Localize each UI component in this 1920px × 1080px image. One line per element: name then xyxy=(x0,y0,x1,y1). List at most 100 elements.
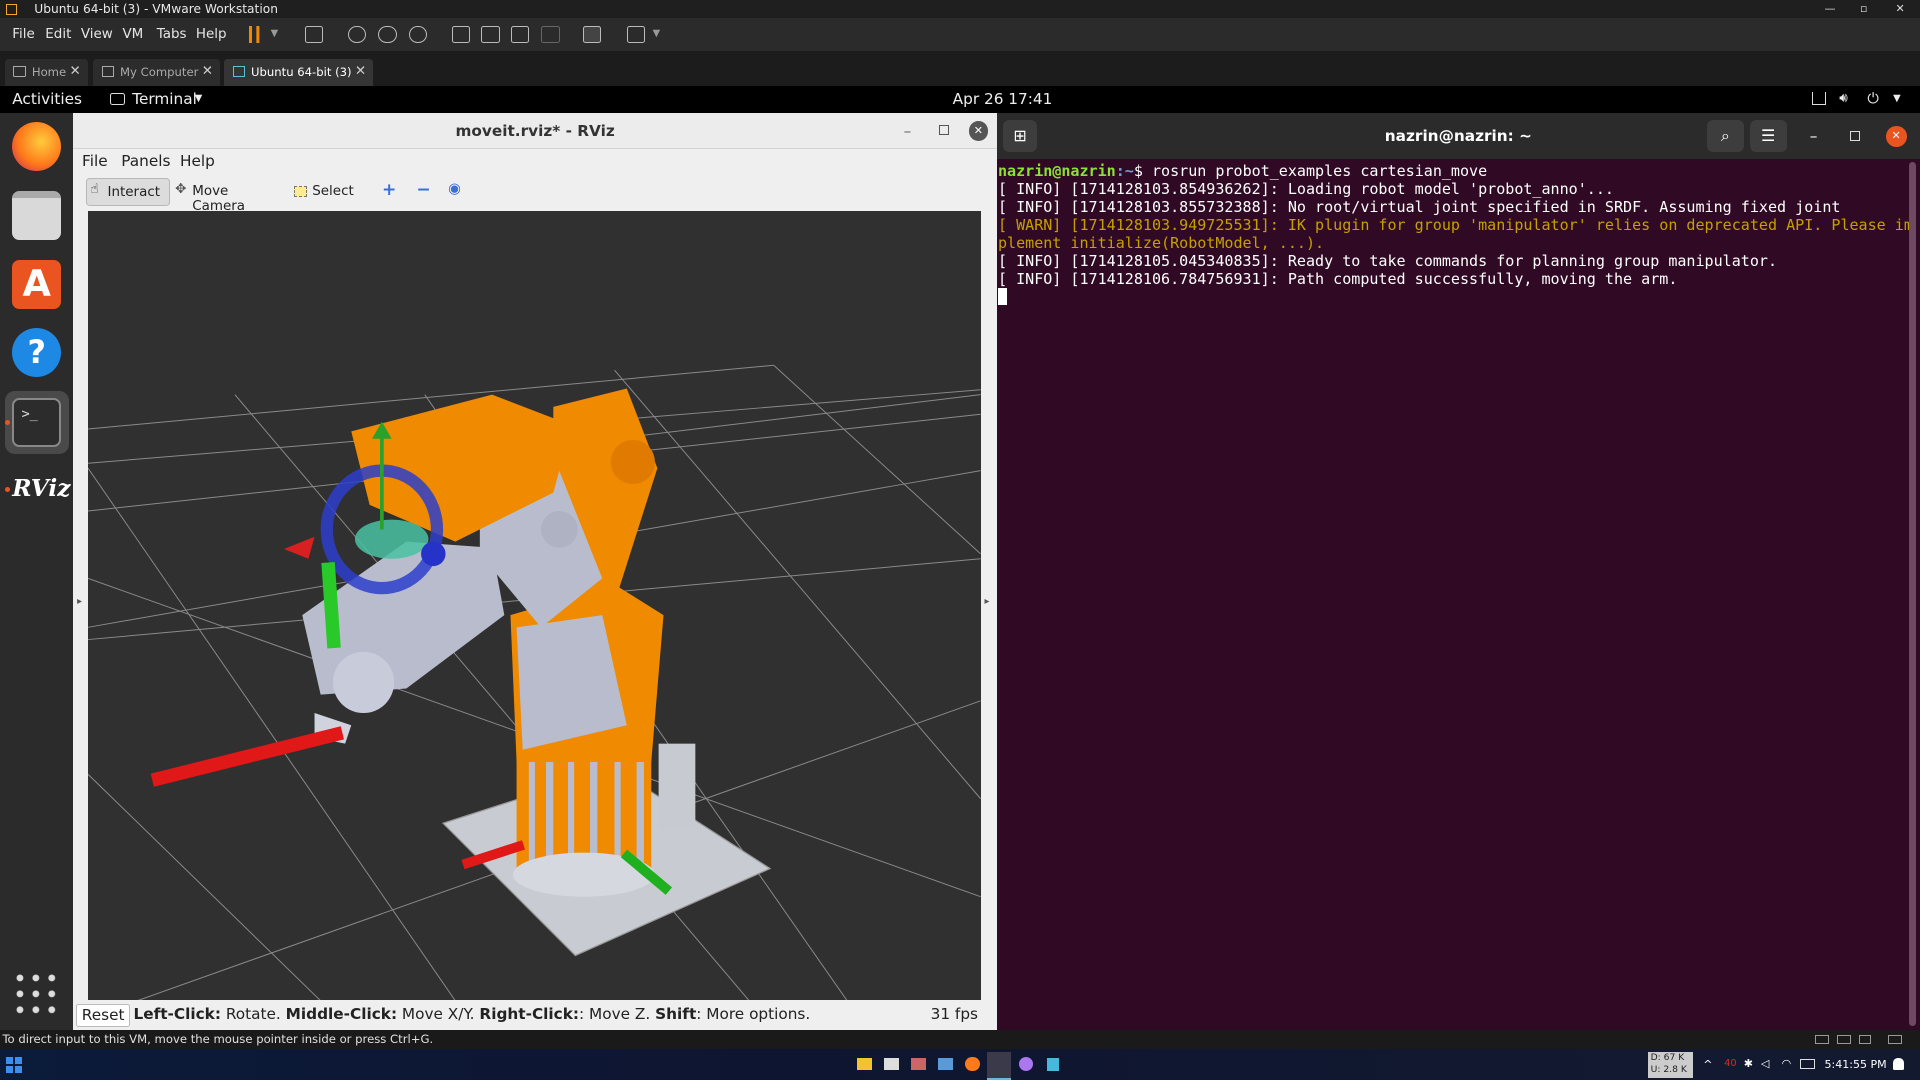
net-down: D: 67 K xyxy=(1650,1051,1685,1063)
dropdown-arrow-icon[interactable]: ▼ xyxy=(271,28,279,39)
log-line-warn: [ WARN] [1714128103.949725531]: IK plugi… xyxy=(997,215,1913,234)
snapshot-icon[interactable] xyxy=(347,25,367,43)
tab-my-computer[interactable]: My Computer ✕ xyxy=(93,58,221,86)
pause-icon[interactable] xyxy=(248,25,253,43)
minimize-icon[interactable]: — xyxy=(1825,0,1836,18)
close-tab-icon[interactable]: ✕ xyxy=(202,59,213,86)
right-panel-handle-icon[interactable]: ▸ xyxy=(984,596,989,607)
menu-help[interactable]: Help xyxy=(196,27,227,42)
clock[interactable]: Apr 26 17:41 xyxy=(953,86,1053,113)
close-tab-icon[interactable]: ✕ xyxy=(355,59,366,86)
close-tab-icon[interactable]: ✕ xyxy=(70,59,81,86)
volume-icon[interactable]: 🔊︎ xyxy=(1839,86,1847,113)
menu-edit[interactable]: Edit xyxy=(45,27,71,42)
close-icon[interactable]: ✕ xyxy=(1896,0,1905,18)
activities-button[interactable]: Activities xyxy=(12,86,82,113)
power-icon[interactable]: ⏻ xyxy=(1867,86,1879,113)
hdd-icon[interactable] xyxy=(1814,1034,1830,1045)
terminal-output[interactable]: nazrin@nazrin:~$ rosrun probot_examples … xyxy=(997,159,1913,1030)
select-tool-button[interactable]: Select xyxy=(291,178,364,206)
interactive-marker-sphere[interactable] xyxy=(355,519,429,559)
full-screen-icon[interactable] xyxy=(510,25,529,43)
mouse-hint: Left-Click: Rotate. Middle-Click: Move X… xyxy=(133,1000,810,1029)
taskbar-clock[interactable]: 5:41:55 PM xyxy=(1825,1058,1887,1071)
app-icon[interactable] xyxy=(884,1057,899,1071)
close-icon[interactable]: ✕ xyxy=(1885,126,1907,147)
firefox-taskbar-icon[interactable] xyxy=(964,1056,980,1072)
stretch-guest-icon[interactable] xyxy=(626,25,646,43)
tool-visibility-icon[interactable]: ◉ xyxy=(448,180,461,197)
sound-icon[interactable] xyxy=(1858,1034,1872,1045)
network-icon[interactable] xyxy=(1812,91,1826,106)
wifi-icon[interactable]: ◠ xyxy=(1782,1057,1792,1070)
remove-tool-icon[interactable]: − xyxy=(416,180,430,200)
vmware-taskbar-icon[interactable] xyxy=(986,1051,1012,1080)
rviz-menu-file[interactable]: File xyxy=(82,152,108,170)
interact-tool-button[interactable]: ☝︎ Interact xyxy=(85,177,171,206)
add-tool-icon[interactable]: + xyxy=(382,180,396,200)
new-tab-icon[interactable]: ⊞ xyxy=(1002,119,1038,152)
app-menu-terminal[interactable]: Terminal xyxy=(132,86,197,113)
windows-taskbar: D: 67 K U: 2.8 K ^ 40 ✱ ◁ ◠ 5:41:55 PM xyxy=(0,1049,1920,1080)
message-icon[interactable] xyxy=(1888,1034,1902,1045)
files-icon[interactable] xyxy=(12,191,62,240)
snapshot-manager-icon[interactable] xyxy=(408,25,428,43)
maximize-icon[interactable] xyxy=(939,124,949,135)
minimize-icon[interactable]: – xyxy=(904,113,912,150)
move-camera-tool-button[interactable]: ✥ Move Camera xyxy=(175,178,278,213)
input-hint: To direct input to this VM, move the mou… xyxy=(2,1031,434,1046)
reset-button[interactable]: Reset xyxy=(75,1004,131,1028)
rviz-menu-panels[interactable]: Panels xyxy=(121,152,170,170)
network-adapter-icon[interactable] xyxy=(1836,1034,1852,1045)
rviz-icon[interactable]: RViz xyxy=(12,465,70,514)
close-icon[interactable]: ✕ xyxy=(968,121,989,141)
marker-red-arrowhead[interactable] xyxy=(284,536,315,559)
thumbnail-bar-icon[interactable] xyxy=(481,25,500,43)
restore-icon[interactable]: ▫ xyxy=(1860,0,1867,18)
keyboard-icon[interactable] xyxy=(1800,1059,1815,1069)
minimize-icon[interactable]: – xyxy=(1810,113,1818,160)
bluetooth-icon[interactable]: ✱ xyxy=(1744,1057,1753,1070)
terminal-window-title: nazrin@nazrin: ~ xyxy=(1384,126,1532,145)
3d-scene[interactable] xyxy=(88,211,981,1001)
menu-tabs[interactable]: Tabs xyxy=(157,27,187,42)
left-panel-handle-icon[interactable]: ▸ xyxy=(77,596,82,607)
tab-home[interactable]: Home ✕ xyxy=(4,58,89,86)
log-line: [ INFO] [1714128105.045340835]: Ready to… xyxy=(997,251,1778,270)
chevron-down-icon[interactable]: ▼ xyxy=(195,86,203,113)
console-view-icon[interactable] xyxy=(582,25,602,43)
show-apps-icon[interactable] xyxy=(12,969,60,1018)
software-icon[interactable]: A xyxy=(12,259,62,309)
tab-ubuntu[interactable]: Ubuntu 64-bit (3) ✕ xyxy=(224,58,374,86)
notification-icon[interactable] xyxy=(1893,1057,1905,1071)
send-ctrl-alt-del-icon[interactable] xyxy=(304,25,324,43)
marker-blue-knob[interactable] xyxy=(421,541,446,566)
app-icon[interactable] xyxy=(1046,1057,1060,1072)
chevron-up-icon[interactable]: ^ xyxy=(1703,1058,1712,1071)
unity-icon[interactable] xyxy=(541,25,560,43)
app-icon[interactable] xyxy=(911,1057,926,1071)
terminal-icon[interactable]: >_ xyxy=(12,397,62,447)
menu-view[interactable]: View xyxy=(81,27,113,42)
search-icon[interactable]: ⌕ xyxy=(1706,119,1744,152)
3d-viewport[interactable] xyxy=(88,210,981,1001)
hamburger-menu-icon[interactable]: ☰ xyxy=(1749,119,1787,152)
app-icon[interactable] xyxy=(1018,1056,1034,1072)
menu-vm[interactable]: VM xyxy=(122,27,143,42)
firefox-icon[interactable] xyxy=(12,122,62,172)
revert-snapshot-icon[interactable] xyxy=(378,25,397,43)
rviz-menu-help[interactable]: Help xyxy=(180,152,215,170)
terminal-scrollbar[interactable] xyxy=(1908,161,1917,1027)
interact-label: Interact xyxy=(107,184,161,200)
dropdown-arrow-icon[interactable]: ▼ xyxy=(653,28,661,39)
chevron-down-icon[interactable]: ▼ xyxy=(1893,86,1901,113)
show-library-icon[interactable] xyxy=(451,25,471,43)
prompt-symbol: $ xyxy=(1133,161,1152,180)
help-icon[interactable]: ? xyxy=(12,328,62,378)
start-icon[interactable] xyxy=(6,1056,23,1073)
maximize-icon[interactable] xyxy=(1850,131,1860,141)
mail-icon[interactable] xyxy=(937,1057,953,1071)
file-explorer-icon[interactable] xyxy=(857,1057,872,1071)
menu-file[interactable]: File xyxy=(12,27,35,42)
volume-icon[interactable]: ◁ xyxy=(1761,1057,1769,1070)
